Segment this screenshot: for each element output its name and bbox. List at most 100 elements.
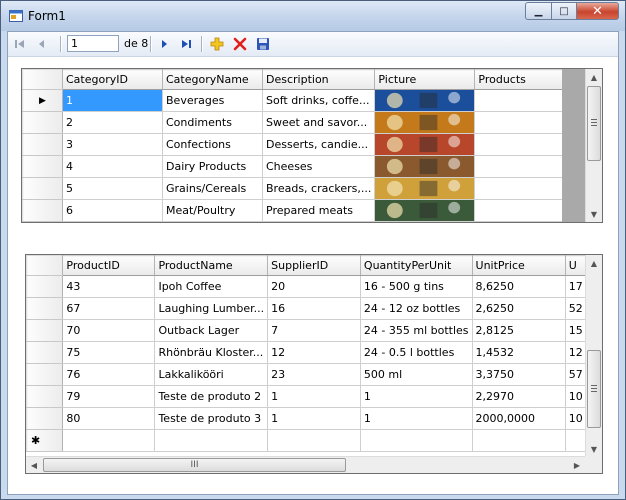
- product-row[interactable]: 70 Outback Lager 7 24 - 355 ml bottles 2,812…: [26, 319, 602, 342]
- title-bar[interactable]: Form1 ▁ □ ✕: [1, 1, 625, 31]
- row-header[interactable]: ✱: [26, 429, 64, 452]
- column-header-products[interactable]: Products: [474, 69, 576, 90]
- move-previous-button[interactable]: [34, 36, 50, 52]
- column-header-unitprice[interactable]: UnitPrice: [471, 255, 566, 276]
- category-row[interactable]: 5 Grains/Cereals Breads, crackers,...: [22, 177, 576, 200]
- move-last-button[interactable]: [178, 36, 194, 52]
- cell-productname[interactable]: Laughing Lumber...: [154, 297, 269, 320]
- row-header[interactable]: [22, 199, 63, 222]
- horizontal-scroll-thumb[interactable]: III: [43, 458, 346, 472]
- column-header-categoryname[interactable]: CategoryName: [162, 69, 263, 90]
- cell-unitprice[interactable]: 2,6250: [471, 297, 566, 320]
- product-row[interactable]: 80 Teste de produto 3 1 1 2000,0000 10: [26, 407, 602, 430]
- cell-supplierid[interactable]: 16: [267, 297, 361, 320]
- products-vertical-scrollbar[interactable]: ▲ ▼: [585, 255, 602, 457]
- cell-supplierid[interactable]: 1: [267, 407, 361, 430]
- cell-description[interactable]: Desserts, candie...: [261, 133, 376, 156]
- products-grid[interactable]: ProductID ProductName SupplierID Quantit…: [25, 254, 603, 474]
- new-row-cell[interactable]: [471, 429, 566, 452]
- cell-productname[interactable]: Rhönbräu Kloster...: [154, 341, 269, 364]
- cell-categoryname[interactable]: Beverages: [162, 89, 263, 112]
- column-header-description[interactable]: Description: [261, 69, 376, 90]
- row-header[interactable]: [22, 177, 63, 200]
- cell-categoryname[interactable]: Confections: [162, 133, 263, 156]
- column-header-categoryid[interactable]: CategoryID: [62, 69, 163, 90]
- scroll-down-icon[interactable]: ▼: [586, 441, 602, 457]
- category-row[interactable]: ▶ 1 Beverages Soft drinks, coffe...: [22, 89, 576, 112]
- save-button[interactable]: [255, 36, 271, 52]
- cell-quantityperunit[interactable]: 24 - 355 ml bottles: [359, 319, 473, 342]
- cell-categoryid[interactable]: 3: [62, 133, 163, 156]
- cell-quantityperunit[interactable]: 16 - 500 g tins: [359, 275, 473, 298]
- cell-supplierid[interactable]: 23: [267, 363, 361, 386]
- position-input[interactable]: [67, 35, 119, 52]
- cell-products[interactable]: [474, 199, 576, 222]
- product-row[interactable]: 76 Lakkalikööri 23 500 ml 3,3750 57: [26, 363, 602, 386]
- column-header-picture[interactable]: Picture: [374, 69, 476, 90]
- cell-supplierid[interactable]: 7: [267, 319, 361, 342]
- cell-categoryid[interactable]: 1: [62, 89, 163, 112]
- row-header[interactable]: [22, 133, 63, 156]
- cell-categoryname[interactable]: Condiments: [162, 111, 263, 134]
- cell-products[interactable]: [474, 177, 576, 200]
- product-row[interactable]: 79 Teste de produto 2 1 1 2,2970 10: [26, 385, 602, 408]
- cell-picture[interactable]: [374, 89, 476, 112]
- cell-categoryname[interactable]: Meat/Poultry: [162, 199, 263, 222]
- column-header-productname[interactable]: ProductName: [154, 255, 269, 276]
- cell-productid[interactable]: 67: [62, 297, 156, 320]
- cell-productid[interactable]: 43: [62, 275, 156, 298]
- column-header-quantityperunit[interactable]: QuantityPerUnit: [359, 255, 473, 276]
- cell-supplierid[interactable]: 12: [267, 341, 361, 364]
- row-header[interactable]: [26, 275, 64, 298]
- cell-products[interactable]: [474, 89, 576, 112]
- cell-unitprice[interactable]: 1,4532: [471, 341, 566, 364]
- column-header-productid[interactable]: ProductID: [62, 255, 156, 276]
- cell-picture[interactable]: [374, 133, 476, 156]
- categories-corner-header[interactable]: [22, 69, 63, 90]
- scroll-up-icon[interactable]: ▲: [586, 69, 602, 85]
- row-header[interactable]: [22, 155, 63, 178]
- row-header[interactable]: [26, 319, 64, 342]
- cell-quantityperunit[interactable]: 24 - 12 oz bottles: [359, 297, 473, 320]
- cell-description[interactable]: Soft drinks, coffe...: [261, 89, 376, 112]
- cell-productname[interactable]: Lakkalikööri: [154, 363, 269, 386]
- row-header[interactable]: [26, 407, 64, 430]
- cell-supplierid[interactable]: 20: [267, 275, 361, 298]
- category-row[interactable]: 6 Meat/Poultry Prepared meats: [22, 199, 576, 222]
- cell-productid[interactable]: 70: [62, 319, 156, 342]
- product-row[interactable]: 43 Ipoh Coffee 20 16 - 500 g tins 8,6250 17: [26, 275, 602, 298]
- new-row[interactable]: ✱: [26, 429, 602, 452]
- cell-quantityperunit[interactable]: 1: [359, 385, 473, 408]
- cell-categoryid[interactable]: 6: [62, 199, 163, 222]
- new-row-cell[interactable]: [62, 429, 156, 452]
- cell-picture[interactable]: [374, 199, 476, 222]
- column-header-supplierid[interactable]: SupplierID: [267, 255, 361, 276]
- cell-description[interactable]: Breads, crackers,...: [261, 177, 376, 200]
- row-header[interactable]: [26, 363, 64, 386]
- scroll-right-icon[interactable]: ▶: [569, 457, 585, 473]
- cell-categoryname[interactable]: Dairy Products: [162, 155, 263, 178]
- cell-description[interactable]: Sweet and savor...: [261, 111, 376, 134]
- cell-picture[interactable]: [374, 177, 476, 200]
- products-horizontal-scrollbar[interactable]: ◀ III ▶: [26, 456, 585, 473]
- cell-description[interactable]: Prepared meats: [261, 199, 376, 222]
- maximize-button[interactable]: □: [551, 2, 576, 20]
- cell-productname[interactable]: Teste de produto 3: [154, 407, 269, 430]
- scroll-thumb[interactable]: [587, 350, 601, 428]
- products-corner-header[interactable]: [26, 255, 64, 276]
- cell-productid[interactable]: 80: [62, 407, 156, 430]
- product-row[interactable]: 75 Rhönbräu Kloster... 12 24 - 0.5 l bottle…: [26, 341, 602, 364]
- cell-productname[interactable]: Teste de produto 2: [154, 385, 269, 408]
- cell-productname[interactable]: Ipoh Coffee: [154, 275, 269, 298]
- new-row-cell[interactable]: [359, 429, 473, 452]
- cell-productid[interactable]: 75: [62, 341, 156, 364]
- cell-categoryid[interactable]: 4: [62, 155, 163, 178]
- cell-quantityperunit[interactable]: 500 ml: [359, 363, 473, 386]
- close-button[interactable]: ✕: [576, 2, 619, 20]
- category-row[interactable]: 4 Dairy Products Cheeses: [22, 155, 576, 178]
- cell-description[interactable]: Cheeses: [261, 155, 376, 178]
- scroll-thumb[interactable]: [587, 86, 601, 161]
- product-row[interactable]: 67 Laughing Lumber... 16 24 - 12 oz bottles…: [26, 297, 602, 320]
- row-header[interactable]: ▶: [22, 89, 63, 112]
- cell-quantityperunit[interactable]: 24 - 0.5 l bottles: [359, 341, 473, 364]
